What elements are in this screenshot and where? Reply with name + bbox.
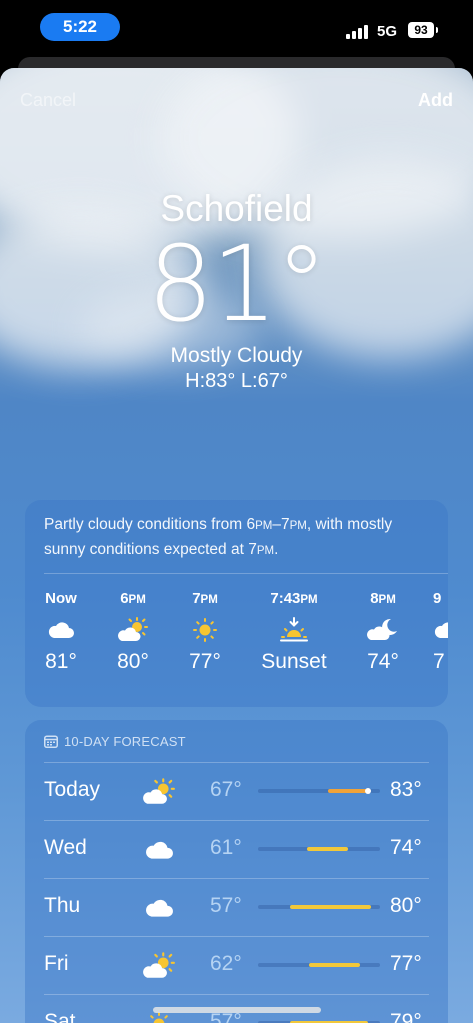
calendar-icon bbox=[44, 735, 58, 748]
day-label: Sat bbox=[44, 1010, 76, 1023]
weather-preview-sheet: Cancel Add Schofield 81° Mostly Cloudy H… bbox=[0, 68, 473, 1023]
forecast-day-row[interactable]: Wed 61° 74° bbox=[44, 820, 448, 878]
divider bbox=[44, 994, 429, 995]
temp-range-bar bbox=[258, 788, 380, 794]
partly-sunny-icon bbox=[111, 610, 155, 650]
hour-item: 8PM 74° bbox=[361, 590, 405, 674]
hour-label: 6PM bbox=[120, 590, 146, 607]
temp-range-bar bbox=[258, 905, 380, 909]
forecast-day-row[interactable]: Fri 62° 77° bbox=[44, 936, 448, 994]
hour-item: 7PM 77° bbox=[183, 590, 227, 674]
cloud-icon bbox=[142, 830, 176, 870]
high-temp: 77° bbox=[390, 952, 422, 975]
cellular-signal-icon bbox=[346, 25, 368, 39]
hour-item: 6PM 80° bbox=[111, 590, 155, 674]
high-temp: 79° bbox=[390, 1010, 422, 1023]
home-indicator[interactable] bbox=[153, 1007, 321, 1013]
temp-range-fill bbox=[306, 847, 349, 851]
temp-range-fill bbox=[327, 789, 371, 793]
divider bbox=[44, 573, 448, 574]
battery-icon: 93 bbox=[408, 22, 438, 38]
partly-sunny-icon bbox=[142, 772, 176, 812]
hour-item: 9 7 bbox=[433, 590, 448, 674]
current-temp-dot bbox=[364, 788, 371, 794]
hour-label: 8PM bbox=[370, 590, 396, 607]
add-button[interactable]: Add bbox=[418, 90, 453, 111]
current-temperature: 81° bbox=[147, 223, 327, 345]
high-temp: 83° bbox=[390, 778, 422, 801]
partly-sunny-icon bbox=[142, 946, 176, 986]
day-label: Today bbox=[44, 778, 101, 801]
forecast-day-row[interactable]: Today 67° 83° bbox=[44, 762, 448, 820]
day-label: Wed bbox=[44, 836, 87, 859]
high-temp: 74° bbox=[390, 836, 422, 859]
condition-text: Mostly Cloudy bbox=[170, 344, 303, 367]
divider bbox=[44, 936, 429, 937]
cloud-icon bbox=[142, 888, 176, 928]
status-time[interactable]: 5:22 bbox=[40, 13, 120, 41]
day-label: Fri bbox=[44, 952, 69, 975]
low-temp: 61° bbox=[210, 836, 242, 859]
divider bbox=[44, 762, 429, 763]
divider bbox=[44, 820, 429, 821]
high-temp: 80° bbox=[390, 894, 422, 917]
hourly-forecast-card[interactable]: Partly cloudy conditions from 6PM–7PM, w… bbox=[25, 500, 448, 707]
low-temp: 57° bbox=[210, 894, 242, 917]
sun-icon bbox=[183, 610, 227, 650]
cloud-icon bbox=[433, 610, 448, 650]
sunset-icon bbox=[254, 610, 334, 650]
forecast-day-row[interactable]: Thu 57° 80° bbox=[44, 878, 448, 936]
temp-range-fill bbox=[309, 963, 361, 967]
ten-day-header: 10-DAY FORECAST bbox=[44, 734, 186, 749]
cancel-button[interactable]: Cancel bbox=[20, 90, 76, 111]
forecast-summary: Partly cloudy conditions from 6PM–7PM, w… bbox=[44, 516, 393, 558]
hour-item: Now 81° bbox=[39, 590, 83, 674]
low-temp: 62° bbox=[210, 952, 242, 975]
hour-label: 7PM bbox=[192, 590, 218, 607]
temp-range-fill bbox=[289, 905, 372, 909]
network-type: 5G bbox=[377, 23, 398, 40]
hour-item: 7:43PM Sunset bbox=[254, 590, 334, 674]
high-low-text: H:83° L:67° bbox=[185, 370, 288, 392]
cloud-icon bbox=[39, 610, 83, 650]
low-temp: 67° bbox=[210, 778, 242, 801]
temp-range-bar bbox=[258, 963, 380, 967]
status-bar: 5:22 5G 93 bbox=[0, 0, 473, 56]
hour-label: 7:43PM bbox=[270, 590, 318, 607]
divider bbox=[44, 878, 429, 879]
current-conditions: Schofield 81° Mostly Cloudy H:83° L:67° bbox=[0, 188, 473, 393]
ten-day-forecast-card[interactable]: 10-DAY FORECAST Today 67° 83° Wed 61° 74… bbox=[25, 720, 448, 1023]
day-label: Thu bbox=[44, 894, 81, 917]
moon-cloud-icon bbox=[361, 610, 405, 650]
temp-range-bar bbox=[258, 847, 380, 851]
